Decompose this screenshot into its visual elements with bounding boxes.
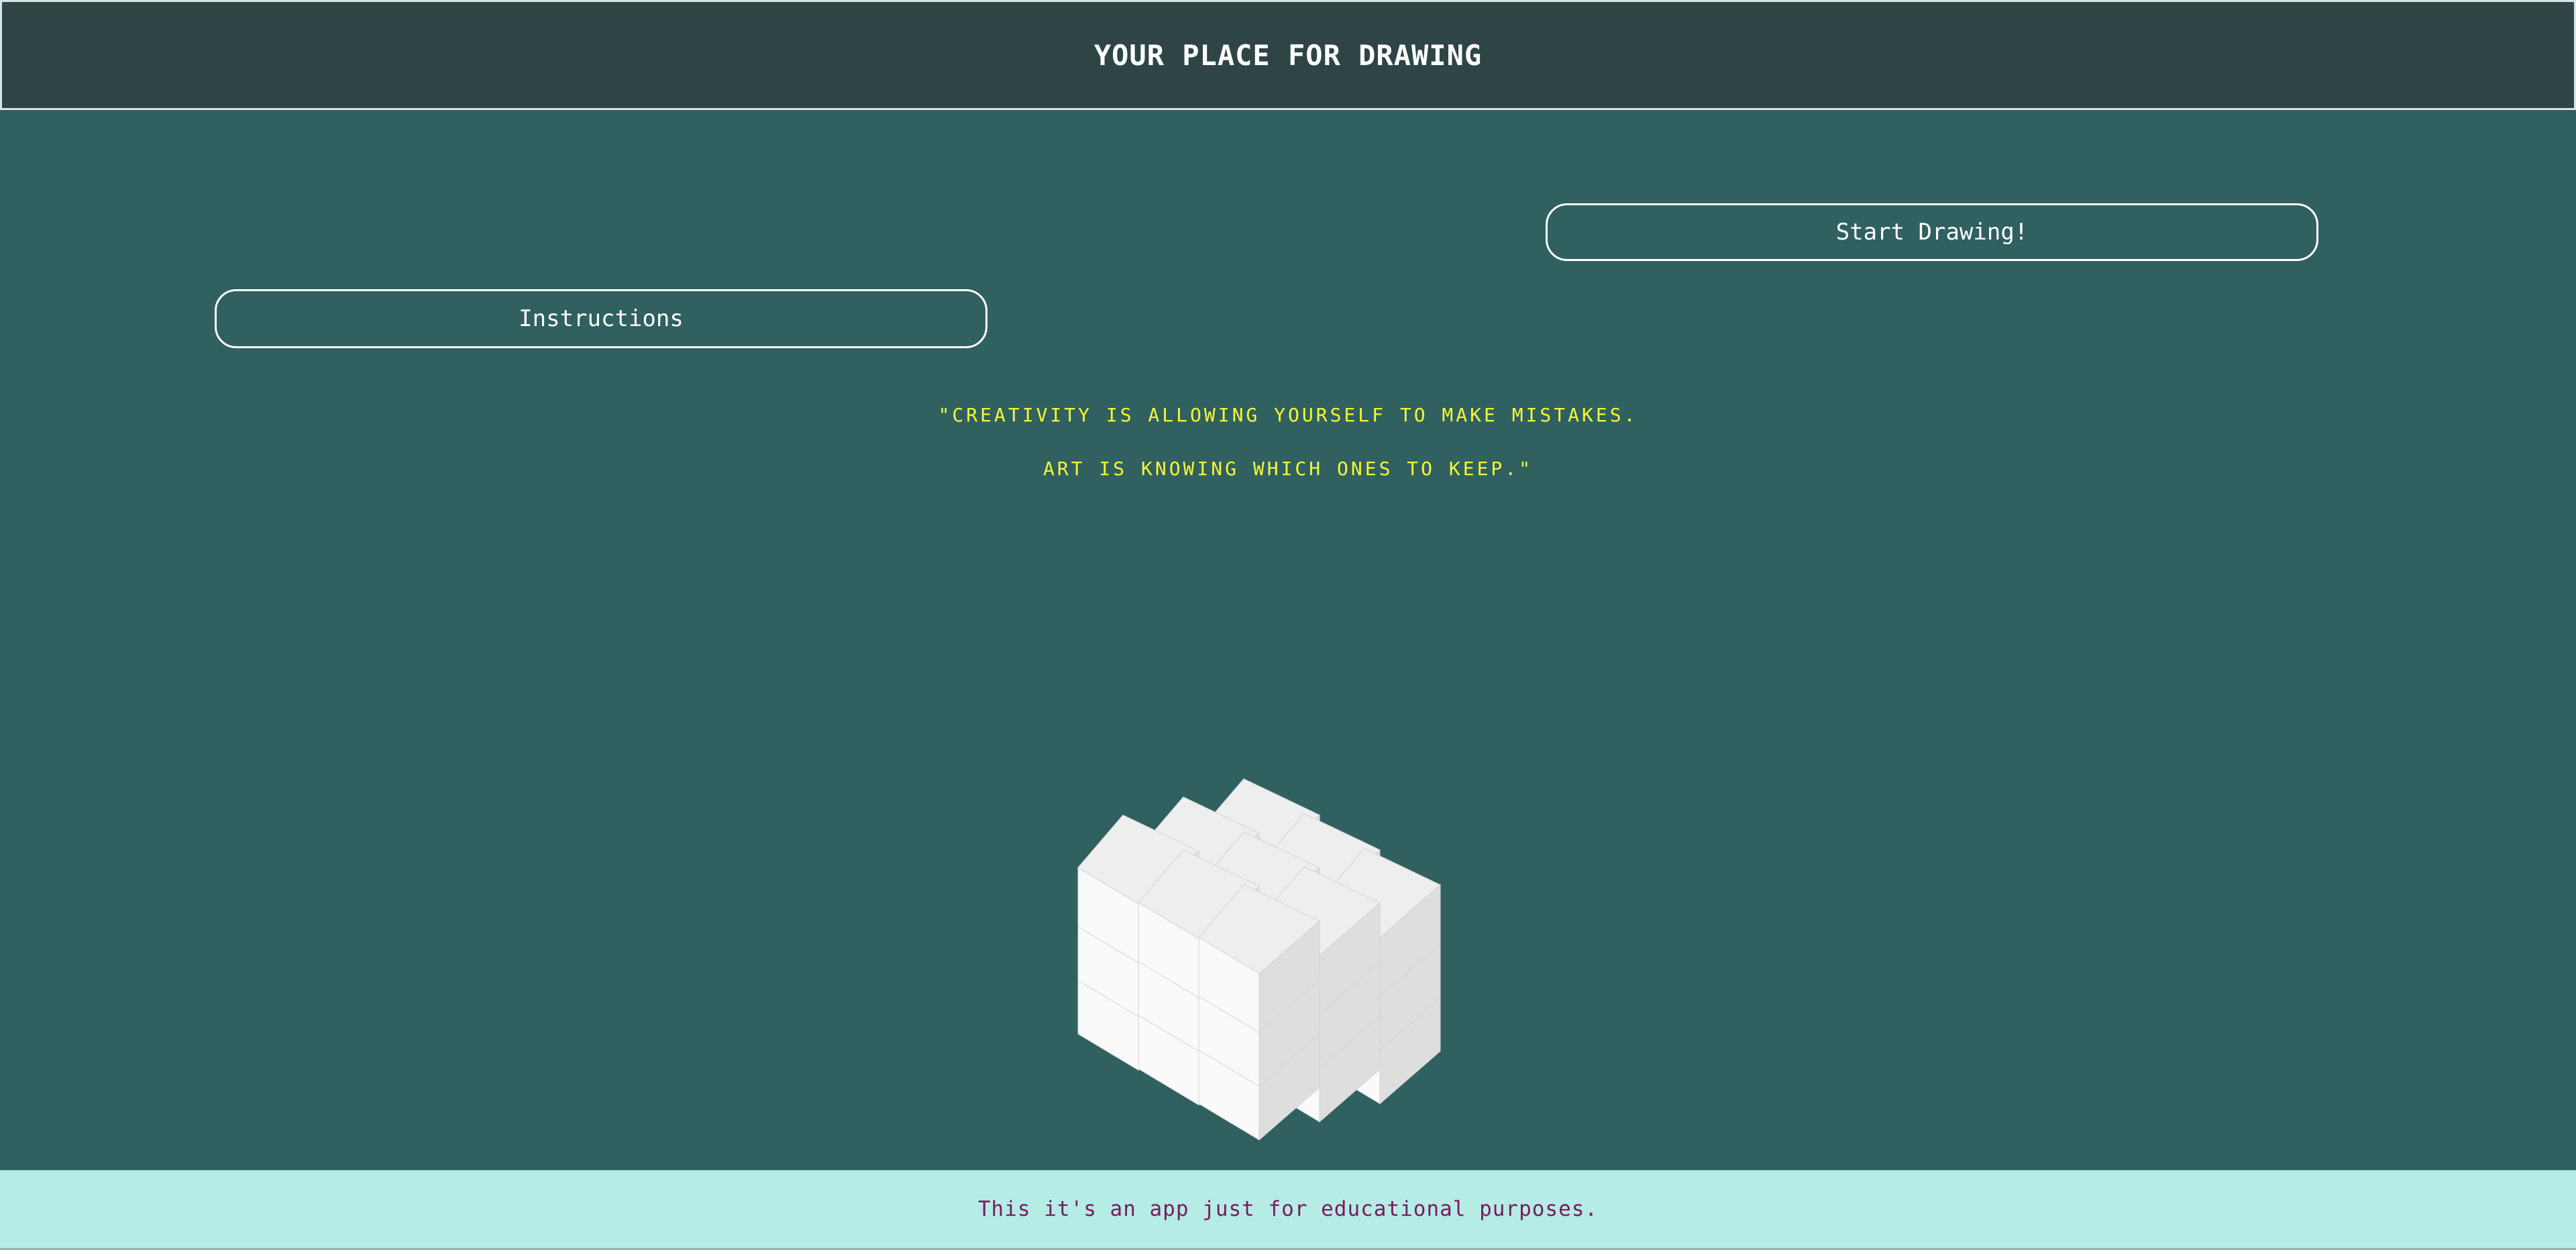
main-content: Start Drawing! Instructions "CREATIVITY … xyxy=(0,110,2576,1170)
page-header: YOUR PLACE FOR DRAWING xyxy=(0,0,2576,110)
isometric-cubes-illustration xyxy=(1077,778,1441,1141)
start-drawing-button[interactable]: Start Drawing! xyxy=(1546,203,2318,261)
quote-line-1: "CREATIVITY IS ALLOWING YOURSELF TO MAKE… xyxy=(938,404,1638,426)
page-footer: This it's an app just for educational pu… xyxy=(0,1170,2576,1250)
quote-line-2: ART IS KNOWING WHICH ONES TO KEEP." xyxy=(1042,458,1533,480)
page-title: YOUR PLACE FOR DRAWING xyxy=(1093,38,1483,72)
footer-disclaimer: This it's an app just for educational pu… xyxy=(977,1197,1599,1221)
instructions-button[interactable]: Instructions xyxy=(215,289,987,348)
